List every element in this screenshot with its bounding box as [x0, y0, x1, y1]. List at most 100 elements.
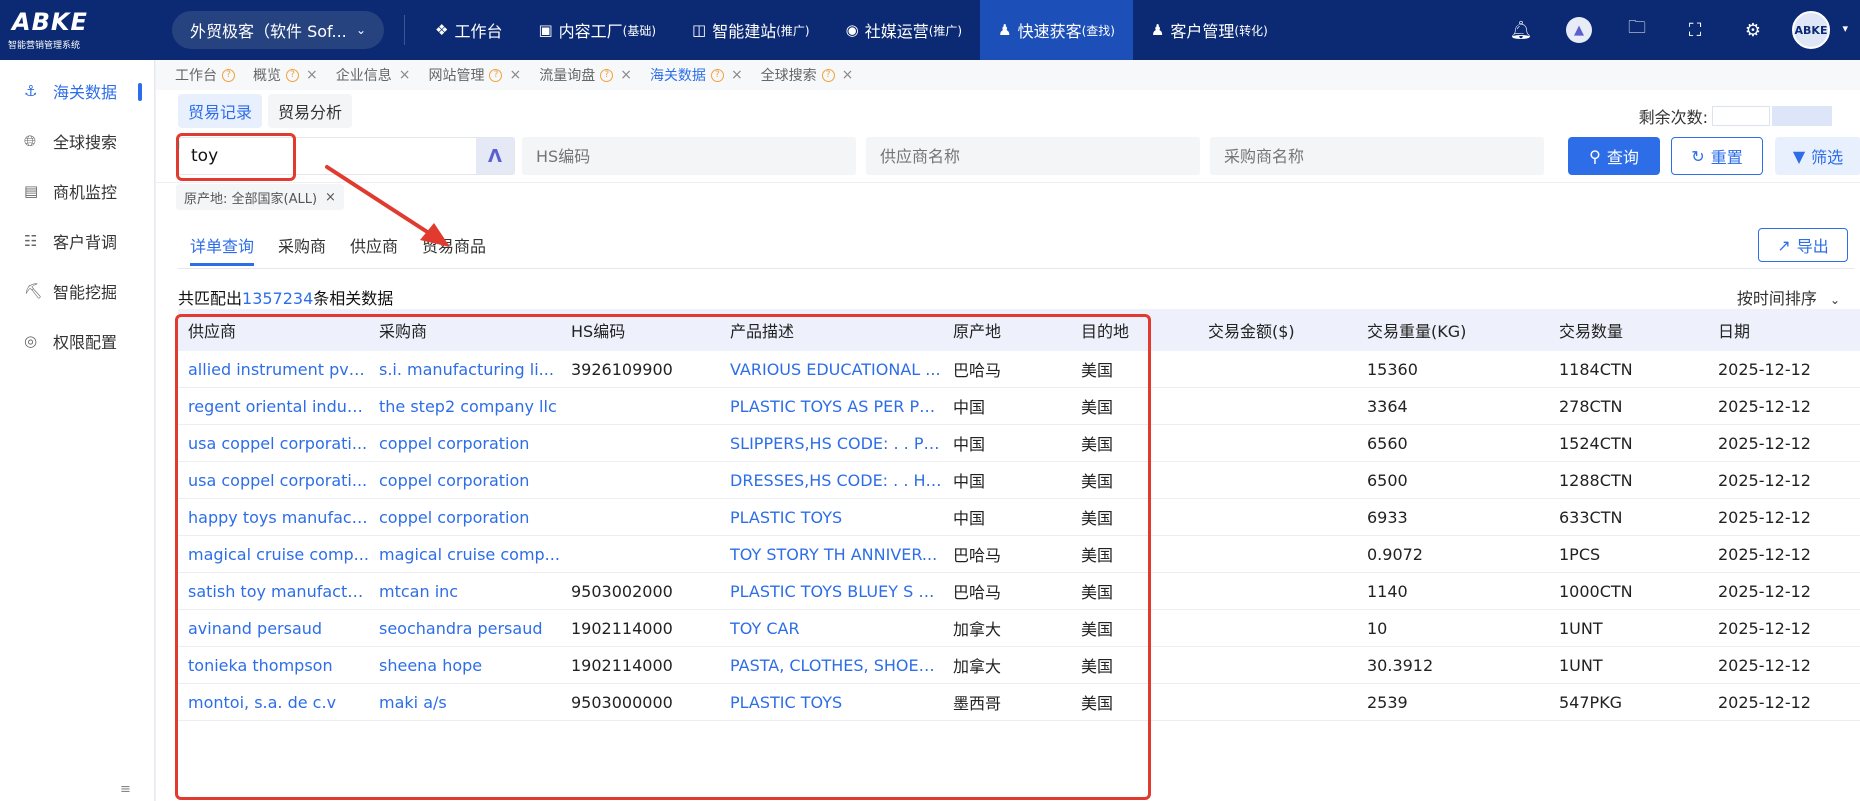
- nav-item-content-factory[interactable]: ▣ 内容工厂 (基础): [520, 0, 674, 60]
- avatar[interactable]: ABKE: [1792, 11, 1830, 49]
- help-icon[interactable]: ?: [600, 68, 614, 82]
- help-icon[interactable]: ?: [489, 68, 503, 82]
- table-cell: 2025-12-12: [1718, 470, 1811, 490]
- tab-detail-query[interactable]: 详单查询: [178, 224, 266, 266]
- cursor-icon: I: [177, 139, 181, 152]
- chevron-down-icon[interactable]: ▾: [1842, 22, 1848, 35]
- tab-label: 企业信息: [335, 68, 392, 84]
- reset-button[interactable]: ↻ 重置: [1671, 137, 1763, 175]
- table-cell: 547PKG: [1559, 692, 1623, 712]
- column-header[interactable]: 交易重量(KG): [1357, 318, 1549, 342]
- sidebar: ⚓ 海关数据 🌐︎ 全球搜索 ▤ 商机监控 ☷ 客户背调 ⛏ 智能挖掘 ◎ 权限…: [0, 60, 155, 801]
- top-navigation-bar: ABKE 智能营销管理系统 外贸极客（软件 Sof... ⌄ ❖ 工作台 ▣ 内…: [0, 0, 1860, 60]
- help-icon[interactable]: ?: [286, 68, 299, 82]
- column-header[interactable]: 交易数量: [1549, 318, 1708, 342]
- filter-chip-label: 原产地: 全部国家(ALL): [184, 191, 318, 207]
- nav-item-note: (推广): [928, 23, 963, 38]
- sidebar-item-label: 海关数据: [53, 83, 118, 102]
- tab-overview[interactable]: 概览 ? ×: [244, 60, 327, 90]
- tab-buyers[interactable]: 采购商: [266, 224, 338, 266]
- tab-workbench[interactable]: 工作台 ?: [166, 60, 244, 90]
- filter-chip-origin[interactable]: 原产地: 全部国家(ALL) ×: [176, 184, 344, 210]
- help-icon[interactable]: ?: [821, 68, 835, 82]
- table-cell: 2025-12-12: [1718, 433, 1811, 453]
- fullscreen-icon[interactable]: ⛶: [1666, 20, 1724, 41]
- table-cell: 1UNT: [1559, 655, 1603, 675]
- export-button[interactable]: ↗ 导出: [1758, 228, 1848, 262]
- table-cell: 1000CTN: [1559, 581, 1633, 601]
- sidebar-item-smart-mining[interactable]: ⛏ 智能挖掘: [0, 266, 154, 316]
- tab-trade-products[interactable]: 贸易商品: [410, 224, 498, 266]
- help-icon[interactable]: ?: [222, 68, 235, 82]
- table-cell: 2025-12-12: [1718, 544, 1811, 564]
- supplier-input[interactable]: [866, 137, 1200, 175]
- nav-item-fast-acquire[interactable]: ♟ 快速获客 (查找): [980, 0, 1133, 60]
- nav-item-note: (查找): [1081, 23, 1115, 38]
- book-icon: ▣: [538, 21, 553, 39]
- tabs-underline: [178, 268, 1854, 269]
- close-icon[interactable]: ×: [509, 67, 521, 83]
- close-icon[interactable]: ×: [306, 67, 318, 83]
- nav-item-customer-mgmt[interactable]: ♟ 客户管理 (转化): [1133, 0, 1286, 60]
- nav-item-smart-site[interactable]: ◫ 智能建站 (推广): [674, 0, 828, 60]
- tab-suppliers[interactable]: 供应商: [338, 224, 410, 266]
- mining-icon: ⛏: [24, 282, 44, 300]
- column-header[interactable]: 日期: [1708, 318, 1860, 342]
- table-cell: 2539: [1367, 692, 1408, 712]
- user-icon: ♟: [998, 21, 1012, 39]
- globe-search-icon: 🌐︎: [24, 132, 37, 150]
- remaining-count-bar: [1772, 106, 1832, 126]
- query-button[interactable]: ⚲ 查询: [1568, 137, 1660, 175]
- close-icon[interactable]: ×: [620, 67, 632, 83]
- table-cell: 2025-12-12: [1718, 655, 1811, 675]
- tab-traffic-inquiry[interactable]: 流量询盘 ? ×: [530, 60, 641, 90]
- close-icon[interactable]: ×: [731, 67, 743, 83]
- tab-trade-records[interactable]: 贸易记录: [178, 94, 263, 128]
- tab-trade-analysis[interactable]: 贸易分析: [268, 94, 353, 128]
- table-cell: 278CTN: [1559, 396, 1623, 416]
- table-cell: 1140: [1367, 581, 1408, 601]
- column-header[interactable]: 交易金额($): [1198, 318, 1357, 342]
- tab-company-info[interactable]: 企业信息 ×: [327, 60, 420, 90]
- app-selector[interactable]: 外贸极客（软件 Sof... ⌄: [172, 11, 384, 49]
- ai-keyword-button[interactable]: Λ: [476, 138, 514, 174]
- sidebar-collapse-icon[interactable]: ≡: [120, 782, 131, 797]
- tab-site-management[interactable]: 网站管理 ? ×: [419, 60, 530, 90]
- nav-item-social[interactable]: ◉ 社媒运营 (推广): [828, 0, 980, 60]
- logo-mark: ABKE: [12, 8, 88, 36]
- match-suffix: 条相关数据: [313, 289, 394, 308]
- logo[interactable]: ABKE 智能营销管理系统: [0, 0, 150, 60]
- bell-icon[interactable]: 🔔︎: [1492, 20, 1550, 41]
- remaining-count-label: 剩余次数:: [1638, 108, 1708, 127]
- record-type-tabs: 贸易记录 贸易分析: [178, 94, 358, 128]
- close-icon[interactable]: ×: [842, 67, 854, 83]
- tab-customs-data[interactable]: 海关数据 ? ×: [641, 60, 752, 90]
- logo-subtitle: 智能营销管理系统: [8, 41, 81, 51]
- nav-item-workbench[interactable]: ❖ 工作台: [417, 0, 520, 60]
- close-icon[interactable]: ×: [399, 67, 411, 83]
- gear-icon[interactable]: ⚙: [1724, 20, 1782, 41]
- nav-item-label: 工作台: [454, 22, 503, 41]
- nav-item-label: 内容工厂: [558, 22, 623, 41]
- ai-assistant-icon[interactable]: ▲: [1550, 17, 1608, 43]
- sidebar-item-label: 全球搜索: [53, 133, 118, 152]
- sort-dropdown[interactable]: 按时间排序 ⌄: [1737, 285, 1840, 309]
- nav-item-label: 社媒运营: [864, 22, 929, 41]
- sidebar-item-label: 权限配置: [53, 333, 118, 352]
- sidebar-item-global-search[interactable]: 🌐︎ 全球搜索: [0, 116, 154, 166]
- filter-button[interactable]: ▼ 筛选: [1775, 137, 1860, 175]
- folder-icon[interactable]: 🗀︎: [1608, 15, 1666, 45]
- sidebar-item-customs-data[interactable]: ⚓ 海关数据: [0, 66, 154, 116]
- sidebar-item-background-check[interactable]: ☷ 客户背调: [0, 216, 154, 266]
- hs-code-input[interactable]: [522, 137, 856, 175]
- sidebar-item-permissions[interactable]: ◎ 权限配置: [0, 316, 154, 366]
- sidebar-item-opportunity-monitor[interactable]: ▤ 商机监控: [0, 166, 154, 216]
- table-cell: 0.9072: [1367, 544, 1423, 564]
- table-cell: 6933: [1367, 507, 1408, 527]
- query-view-tabs: 详单查询 采购商 供应商 贸易商品: [178, 224, 498, 266]
- buyer-input[interactable]: [1210, 137, 1544, 175]
- tab-global-search[interactable]: 全球搜索 ? ×: [752, 60, 863, 90]
- table-cell: 2025-12-12: [1718, 581, 1811, 601]
- help-icon[interactable]: ?: [710, 68, 724, 82]
- close-icon[interactable]: ×: [325, 190, 336, 205]
